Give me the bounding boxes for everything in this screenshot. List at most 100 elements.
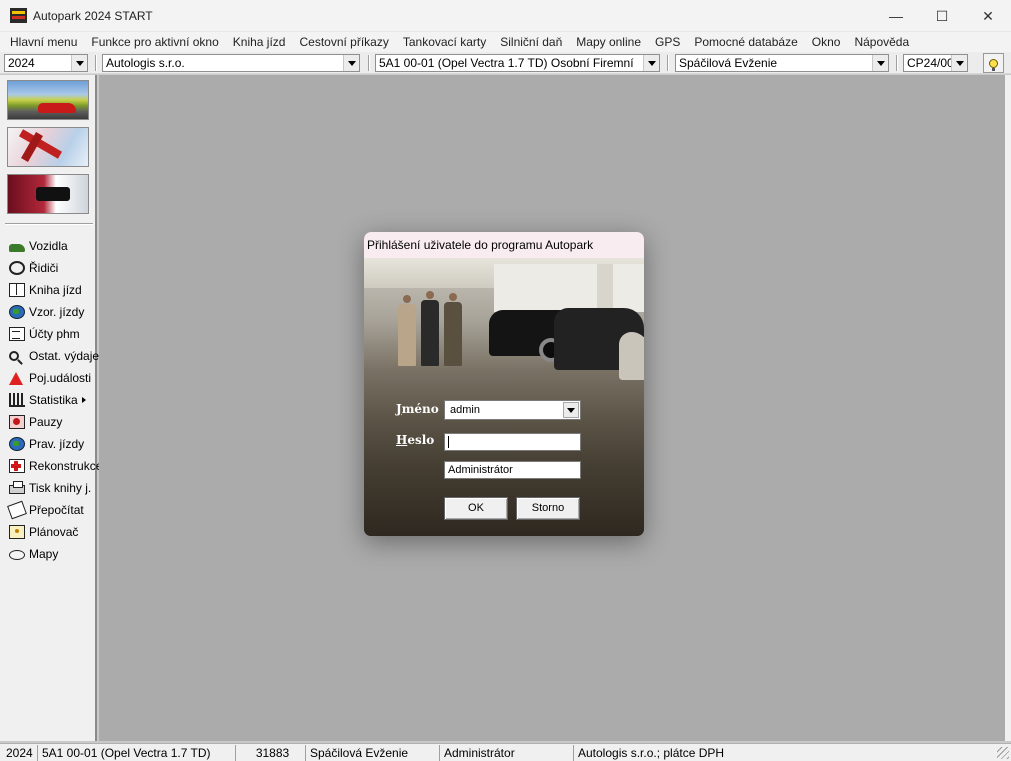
menu-logbook[interactable]: Kniha jízd xyxy=(226,35,293,49)
pause-icon xyxy=(9,415,25,429)
sidebar-item-label: Plánovač xyxy=(29,525,79,539)
globe-icon xyxy=(9,305,25,319)
driver-select-value: Spáčilová Evženie xyxy=(679,56,778,70)
chevron-down-icon[interactable] xyxy=(563,402,579,418)
recalculate-icon xyxy=(7,500,27,520)
username-label-text: méno xyxy=(401,402,439,416)
sidebar-item-planner[interactable]: Plánovač xyxy=(0,521,95,543)
sidebar-item-label: Vzor. jízdy xyxy=(29,305,85,319)
menu-fuel-cards[interactable]: Tankovací karty xyxy=(396,35,493,49)
dialog-photo-person xyxy=(444,293,462,366)
sidebar-item-label: Mapy xyxy=(29,547,59,561)
vehicles-image-button[interactable] xyxy=(7,80,89,120)
sidebar-item-label: Kniha jízd xyxy=(29,283,82,297)
chevron-down-icon[interactable] xyxy=(872,55,888,71)
menu-window[interactable]: Okno xyxy=(805,35,848,49)
sidebar-divider xyxy=(5,223,93,225)
sidebar-item-label: Účty phm xyxy=(29,327,80,341)
chevron-down-icon[interactable] xyxy=(71,55,87,71)
tips-button[interactable] xyxy=(983,53,1004,73)
toolbar-separator xyxy=(896,55,898,71)
sidebar-item-regular-trips[interactable]: Prav. jízdy xyxy=(0,433,95,455)
sidebar-item-logbook[interactable]: Kniha jízd xyxy=(0,279,95,301)
status-year: 2024 xyxy=(2,745,38,761)
toolbar: 2024 Autologis s.r.o. 5A1 00-01 (Opel Ve… xyxy=(0,52,1011,74)
workspace-scrollbar[interactable] xyxy=(1005,75,1011,741)
menu-main[interactable]: Hlavní menu xyxy=(3,35,84,49)
search-icon xyxy=(9,351,19,361)
dialog-photo-person xyxy=(421,291,439,366)
sidebar-item-reconstruction[interactable]: Rekonstrukce xyxy=(0,455,102,477)
menu-online-maps[interactable]: Mapy online xyxy=(569,35,648,49)
sidebar-item-pauses[interactable]: Pauzy xyxy=(0,411,95,433)
fuel-image-button[interactable] xyxy=(7,174,89,214)
toolbar-separator xyxy=(667,55,669,71)
sidebar-item-other-expenses[interactable]: Ostat. výdaje xyxy=(0,345,99,367)
menu-help[interactable]: Nápověda xyxy=(847,35,916,49)
menu-travel-orders[interactable]: Cestovní příkazy xyxy=(292,35,395,49)
dialog-photo-head xyxy=(449,293,457,301)
vehicle-select[interactable]: 5A1 00-01 (Opel Vectra 1.7 TD) Osobní Fi… xyxy=(375,54,660,72)
travel-image-button[interactable] xyxy=(7,127,89,167)
window-controls: — ☐ ✕ xyxy=(873,0,1011,32)
menu-auxiliary-databases[interactable]: Pomocné databáze xyxy=(687,35,804,49)
map-icon xyxy=(9,550,25,560)
submenu-arrow-icon xyxy=(81,397,86,403)
menu-gps[interactable]: GPS xyxy=(648,35,687,49)
cancel-button[interactable]: Storno xyxy=(516,497,580,520)
sidebar-item-label: Rekonstrukce xyxy=(29,459,103,473)
dialog-photo-person xyxy=(398,295,416,366)
sidebar-item-maps[interactable]: Mapy xyxy=(0,543,95,565)
sidebar-item-fuel-accounts[interactable]: Účty phm xyxy=(0,323,95,345)
password-field[interactable] xyxy=(444,433,581,451)
full-name-field: Administrátor xyxy=(444,461,581,479)
status-bar: 2024 5A1 00-01 (Opel Vectra 1.7 TD) 3188… xyxy=(0,743,1011,761)
car-icon xyxy=(9,244,25,252)
chevron-down-icon[interactable] xyxy=(343,55,359,71)
status-vehicle: 5A1 00-01 (Opel Vectra 1.7 TD) xyxy=(38,745,236,761)
book-icon xyxy=(9,283,25,297)
year-select[interactable]: 2024 xyxy=(4,54,88,72)
year-select-value: 2024 xyxy=(8,56,35,70)
menu-road-tax[interactable]: Silniční daň xyxy=(493,35,569,49)
sidebar-item-print-logbook[interactable]: Tisk knihy j. xyxy=(0,477,95,499)
chevron-down-icon[interactable] xyxy=(951,55,967,71)
username-value: admin xyxy=(450,404,480,416)
status-user: Administrátor xyxy=(440,745,574,761)
sidebar-item-label: Ostat. výdaje xyxy=(29,349,100,363)
sidebar-item-recalculate[interactable]: Přepočítat xyxy=(0,499,95,521)
app-icon xyxy=(10,8,27,23)
dialog-title: Přihlášení uživatele do programu Autopar… xyxy=(364,232,644,258)
close-button[interactable]: ✕ xyxy=(965,0,1011,32)
print-icon xyxy=(9,481,25,494)
globe-icon xyxy=(9,437,25,451)
driver-select[interactable]: Spáčilová Evženie xyxy=(675,54,889,72)
trip-order-select[interactable]: CP24/00 xyxy=(903,54,968,72)
ok-button[interactable]: OK xyxy=(444,497,508,520)
resize-grip-icon[interactable] xyxy=(997,747,1009,759)
vehicle-select-value: 5A1 00-01 (Opel Vectra 1.7 TD) Osobní Fi… xyxy=(379,56,634,70)
login-dialog: Přihlášení uživatele do programu Autopar… xyxy=(364,232,644,536)
trip-order-select-value: CP24/00 xyxy=(907,56,954,70)
sidebar-item-label: Pauzy xyxy=(29,415,63,429)
minimize-button[interactable]: — xyxy=(873,0,919,32)
sidebar-item-label: Přepočítat xyxy=(29,503,84,517)
password-label: Heslo xyxy=(396,433,434,447)
menu-active-window-functions[interactable]: Funkce pro aktivní okno xyxy=(84,35,225,49)
username-label: Jméno xyxy=(396,402,439,416)
maximize-button[interactable]: ☐ xyxy=(919,0,965,32)
company-select[interactable]: Autologis s.r.o. xyxy=(102,54,360,72)
menu-bar: Hlavní menu Funkce pro aktivní okno Knih… xyxy=(0,32,1011,52)
sidebar-item-label: Tisk knihy j. xyxy=(29,481,92,495)
dialog-body: Jméno admin Heslo Administrátor OK Storn… xyxy=(364,258,644,536)
chevron-down-icon[interactable] xyxy=(643,55,659,71)
sidebar-item-drivers[interactable]: Řidiči xyxy=(0,257,95,279)
sidebar-item-vehicles[interactable]: Vozidla xyxy=(0,235,95,257)
sidebar-item-insurance-events[interactable]: Poj.události xyxy=(0,367,95,389)
title-bar: Autopark 2024 START — ☐ ✕ xyxy=(0,0,1011,32)
sidebar-item-label: Vozidla xyxy=(29,239,68,253)
sidebar-nav: Vozidla Řidiči Kniha jízd Vzor. jízdy Úč… xyxy=(0,235,102,565)
sidebar-item-template-trips[interactable]: Vzor. jízdy xyxy=(0,301,95,323)
sidebar-item-statistics[interactable]: Statistika xyxy=(0,389,95,411)
username-select[interactable]: admin xyxy=(444,400,581,420)
